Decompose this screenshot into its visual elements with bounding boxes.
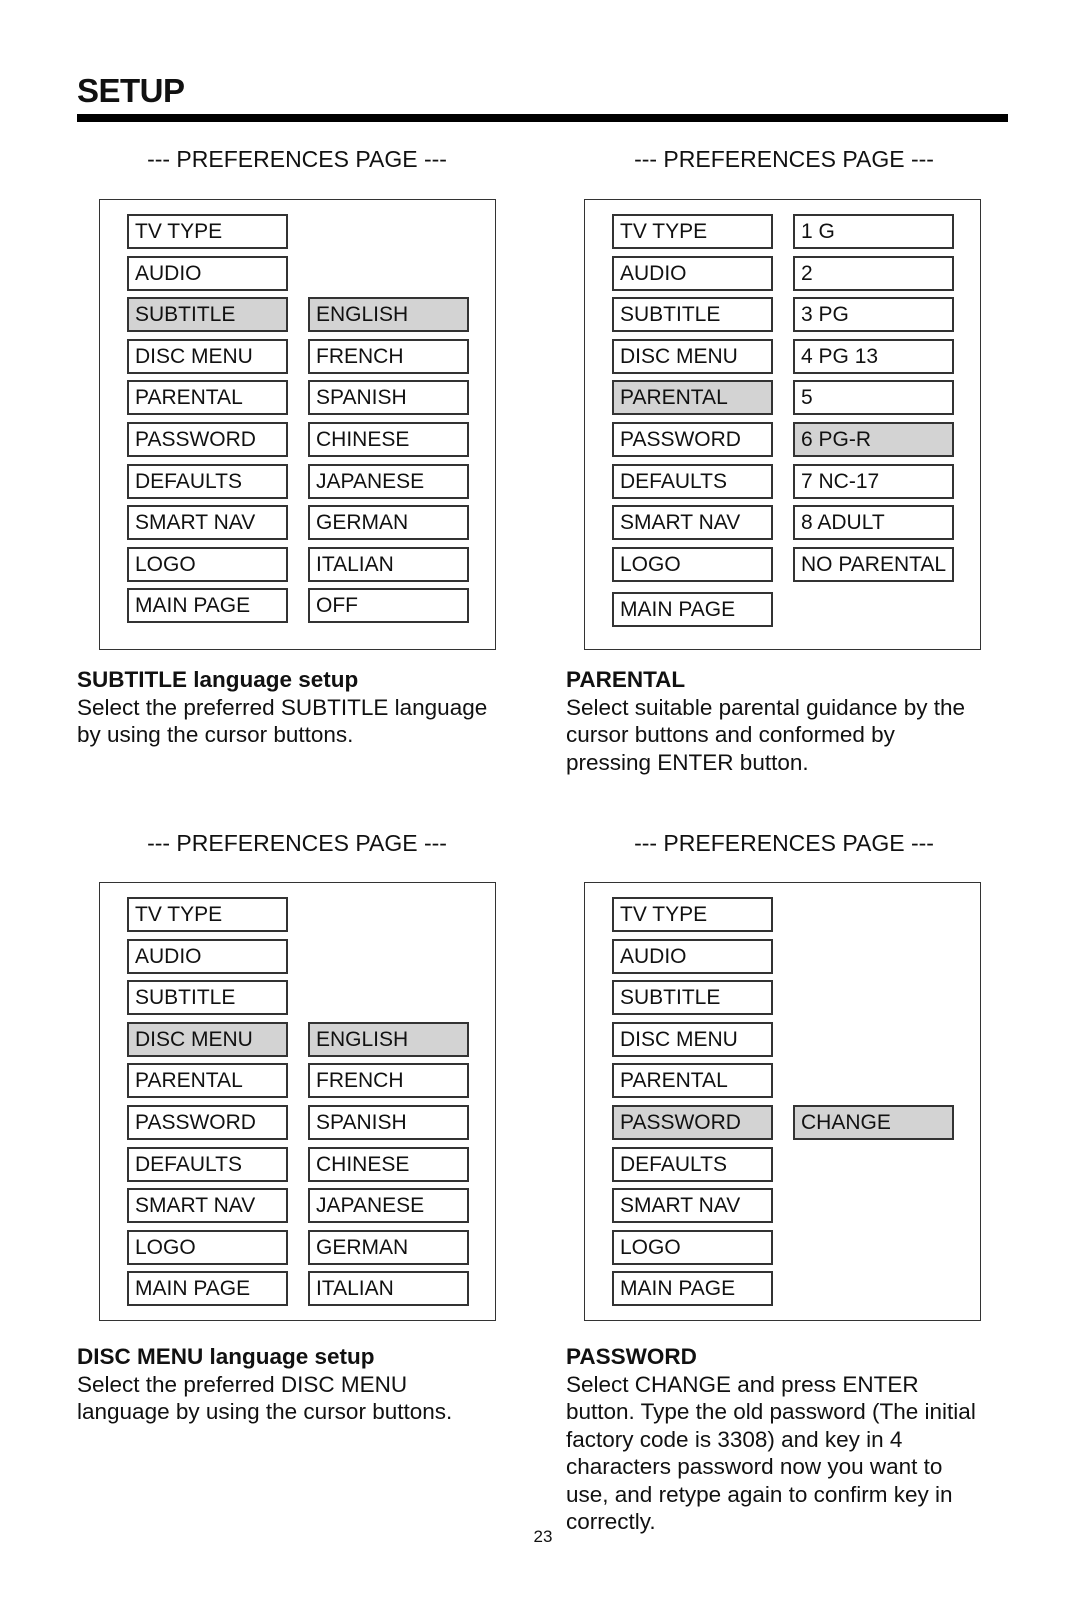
menu-item-audio[interactable]: AUDIO [127,938,288,974]
caption-disc-menu: DISC MENU language setup Select the pref… [77,1343,547,1426]
caption-body: Select the preferred DISC MENU language … [77,1371,453,1425]
caption-title: PASSWORD [566,1344,697,1369]
menu-item-audio[interactable]: AUDIO [612,938,773,974]
option-3-pg[interactable]: 3 PG [793,297,954,333]
menu-item-main-page[interactable]: MAIN PAGE [612,592,773,628]
menu-item-main-page[interactable]: MAIN PAGE [127,588,288,624]
option-5[interactable]: 5 [793,380,954,416]
menu-item-tv-type[interactable]: TV TYPE [127,214,288,249]
menu-item-smart-nav[interactable]: SMART NAV [127,505,288,541]
caption-body: Select suitable parental guidance by the… [566,694,966,775]
caption-title: SUBTITLE language setup [77,667,359,692]
menu-item-disc-menu[interactable]: DISC MENU [127,338,288,374]
menu-item-parental[interactable]: PARENTAL [127,1063,288,1099]
menu-item-password[interactable]: PASSWORD [612,422,773,457]
option-french[interactable]: FRENCH [308,1063,469,1099]
title-rule [77,114,1008,122]
preferences-header: --- PREFERENCES PAGE --- [147,146,447,172]
menu-item-disc-menu[interactable]: DISC MENU [612,1021,773,1057]
menu-item-tv-type[interactable]: TV TYPE [612,214,773,249]
caption-body: Select CHANGE and press ENTER button. Ty… [566,1371,976,1535]
option-off[interactable]: OFF [308,588,469,624]
option-italian[interactable]: ITALIAN [308,1271,469,1307]
menu-item-subtitle[interactable]: SUBTITLE [612,980,773,1016]
option-6-pg-r[interactable]: 6 PG-R [793,422,954,457]
preferences-header: --- PREFERENCES PAGE --- [634,830,934,856]
preferences-panel-parental: TV TYPE AUDIO SUBTITLE DISC MENU PARENTAL PAS… [584,199,981,650]
option-change[interactable]: CHANGE [793,1105,954,1140]
menu-item-defaults[interactable]: DEFAULTS [127,463,288,499]
menu-item-password[interactable]: PASSWORD [127,422,288,457]
option-english[interactable]: ENGLISH [308,1021,469,1057]
menu-item-main-page[interactable]: MAIN PAGE [612,1271,773,1307]
menu-item-logo[interactable]: LOGO [612,546,773,582]
menu-item-subtitle[interactable]: SUBTITLE [127,297,288,333]
menu-item-parental[interactable]: PARENTAL [612,1063,773,1099]
preferences-panel-subtitle: TV TYPE AUDIO SUBTITLE DISC MENU PARENTAL PAS… [99,199,496,650]
preferences-header: --- PREFERENCES PAGE --- [147,830,447,856]
page-number: 23 [533,1527,553,1546]
menu-item-smart-nav[interactable]: SMART NAV [612,505,773,541]
menu-item-tv-type[interactable]: TV TYPE [127,897,288,932]
menu-item-tv-type[interactable]: TV TYPE [612,897,773,932]
menu-item-password[interactable]: PASSWORD [127,1105,288,1140]
menu-item-main-page[interactable]: MAIN PAGE [127,1271,288,1307]
menu-item-logo[interactable]: LOGO [127,1229,288,1265]
menu-item-defaults[interactable]: DEFAULTS [612,1146,773,1182]
option-no-parental[interactable]: NO PARENTAL [793,546,954,582]
option-1-g[interactable]: 1 G [793,214,954,249]
option-german[interactable]: GERMAN [308,505,469,541]
option-spanish[interactable]: SPANISH [308,1105,469,1140]
menu-item-subtitle[interactable]: SUBTITLE [612,297,773,333]
caption-parental: PARENTAL Select suitable parental guidan… [566,666,1036,776]
preferences-header: --- PREFERENCES PAGE --- [634,146,934,172]
menu-item-logo[interactable]: LOGO [127,546,288,582]
option-7-nc-17[interactable]: 7 NC-17 [793,463,954,499]
menu-item-password[interactable]: PASSWORD [612,1105,773,1140]
option-english[interactable]: ENGLISH [308,297,469,333]
menu-item-disc-menu[interactable]: DISC MENU [612,338,773,374]
caption-title: DISC MENU language setup [77,1344,375,1369]
menu-item-audio[interactable]: AUDIO [127,255,288,291]
option-japanese[interactable]: JAPANESE [308,463,469,499]
menu-item-smart-nav[interactable]: SMART NAV [127,1188,288,1224]
option-chinese[interactable]: CHINESE [308,1146,469,1182]
option-spanish[interactable]: SPANISH [308,380,469,416]
option-4-pg-13[interactable]: 4 PG 13 [793,338,954,374]
caption-password: PASSWORD Select CHANGE and press ENTER b… [566,1343,1036,1536]
menu-item-defaults[interactable]: DEFAULTS [127,1146,288,1182]
option-japanese[interactable]: JAPANESE [308,1188,469,1224]
menu-item-parental[interactable]: PARENTAL [612,380,773,416]
caption-title: PARENTAL [566,667,686,692]
preferences-panel-password: TV TYPE AUDIO SUBTITLE DISC MENU PARENTAL PAS… [584,882,981,1321]
page-title: SETUP [77,72,185,109]
option-8-adult[interactable]: 8 ADULT [793,505,954,541]
option-italian[interactable]: ITALIAN [308,546,469,582]
menu-item-defaults[interactable]: DEFAULTS [612,463,773,499]
preferences-panel-disc-menu: TV TYPE AUDIO SUBTITLE DISC MENU PARENTAL PAS… [99,882,496,1321]
menu-item-disc-menu[interactable]: DISC MENU [127,1021,288,1057]
option-french[interactable]: FRENCH [308,338,469,374]
caption-subtitle: SUBTITLE language setup Select the prefe… [77,666,547,749]
menu-item-parental[interactable]: PARENTAL [127,380,288,416]
menu-item-smart-nav[interactable]: SMART NAV [612,1188,773,1224]
caption-body: Select the preferred SUBTITLE language b… [77,694,488,748]
menu-item-logo[interactable]: LOGO [612,1229,773,1265]
menu-item-audio[interactable]: AUDIO [612,255,773,291]
option-german[interactable]: GERMAN [308,1229,469,1265]
option-chinese[interactable]: CHINESE [308,422,469,457]
option-2[interactable]: 2 [793,255,954,291]
menu-item-subtitle[interactable]: SUBTITLE [127,980,288,1016]
